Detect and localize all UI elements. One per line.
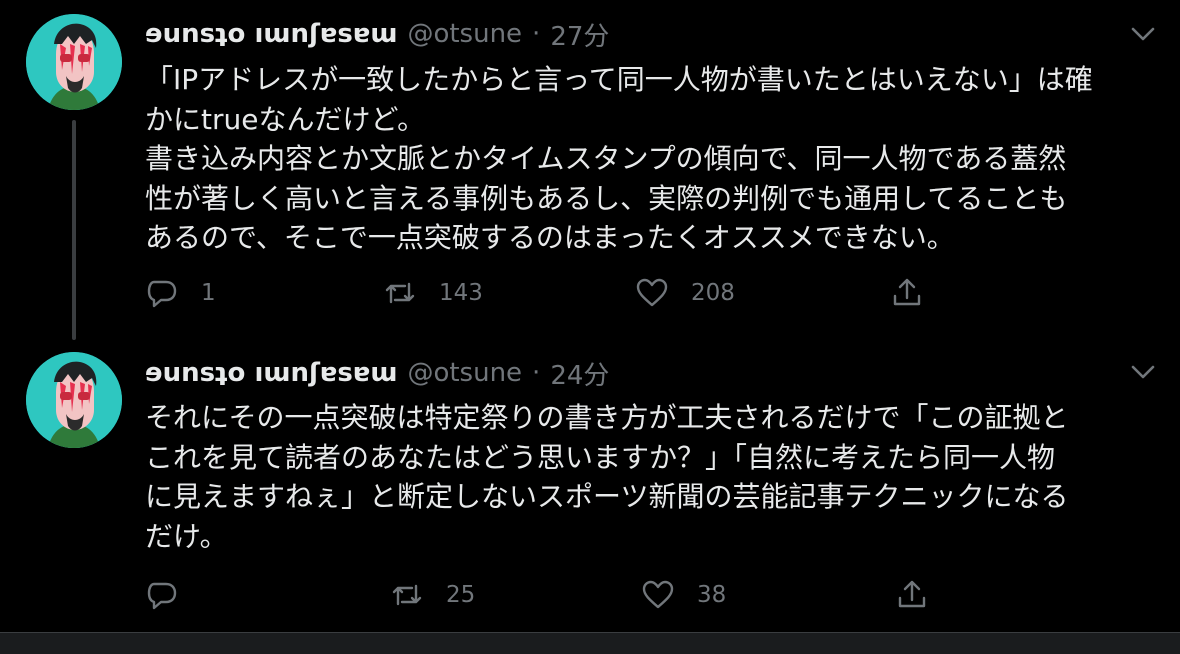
tweet-header: ɘunsʇo ıɯnʃɐsɐɯ @otsune · 27分 xyxy=(145,16,609,53)
share-button[interactable] xyxy=(890,273,924,313)
reply-icon xyxy=(147,280,177,308)
tweet-actions: 25 38 xyxy=(145,575,945,615)
chevron-down-icon[interactable] xyxy=(1130,24,1156,44)
heart-icon xyxy=(636,278,668,307)
share-button[interactable] xyxy=(895,575,929,615)
tweet-text: それにその一点突破は特定祭りの書き方が工夫されるだけで「この証拠と これを見て読… xyxy=(145,401,1069,553)
retweet-count: 143 xyxy=(439,280,483,306)
like-button[interactable]: 208 xyxy=(635,273,735,313)
thread-line xyxy=(72,120,76,340)
share-icon xyxy=(898,580,926,608)
tweet-header: ɘunsʇo ıɯnʃɐsɐɯ @otsune · 24分 xyxy=(145,355,609,392)
timestamp[interactable]: 27分 xyxy=(550,16,609,53)
separator-dot: · xyxy=(532,358,541,388)
author-name[interactable]: ɘunsʇo ıɯnʃɐsɐɯ xyxy=(145,19,397,49)
reply-icon xyxy=(147,582,177,610)
retweet-icon xyxy=(392,584,422,606)
retweet-button[interactable]: 143 xyxy=(383,273,483,313)
like-count: 38 xyxy=(697,582,727,608)
separator-dot: · xyxy=(532,19,541,49)
chevron-down-icon[interactable] xyxy=(1130,362,1156,382)
author-name[interactable]: ɘunsʇo ıɯnʃɐsɐɯ xyxy=(145,358,397,388)
share-icon xyxy=(893,278,921,306)
avatar[interactable] xyxy=(26,14,122,110)
retweet-icon xyxy=(385,282,415,304)
like-count: 208 xyxy=(691,280,735,306)
retweet-count: 25 xyxy=(446,582,476,608)
reply-count: 1 xyxy=(201,280,216,306)
retweet-button[interactable]: 25 xyxy=(390,575,475,615)
tweet-text: 「IPアドレスが一致したからと言って同一人物が書いたとはいえない」は確 かにtr… xyxy=(145,63,1093,254)
bottom-bar xyxy=(0,632,1180,654)
author-handle[interactable]: @otsune xyxy=(407,19,522,49)
heart-icon xyxy=(642,580,674,609)
timestamp[interactable]: 24分 xyxy=(550,355,609,392)
reply-button[interactable]: 1 xyxy=(145,273,216,313)
author-handle[interactable]: @otsune xyxy=(407,358,522,388)
tweet-actions: 1 143 208 xyxy=(145,273,945,313)
reply-button[interactable] xyxy=(145,575,201,615)
avatar[interactable] xyxy=(26,352,122,448)
like-button[interactable]: 38 xyxy=(641,575,726,615)
